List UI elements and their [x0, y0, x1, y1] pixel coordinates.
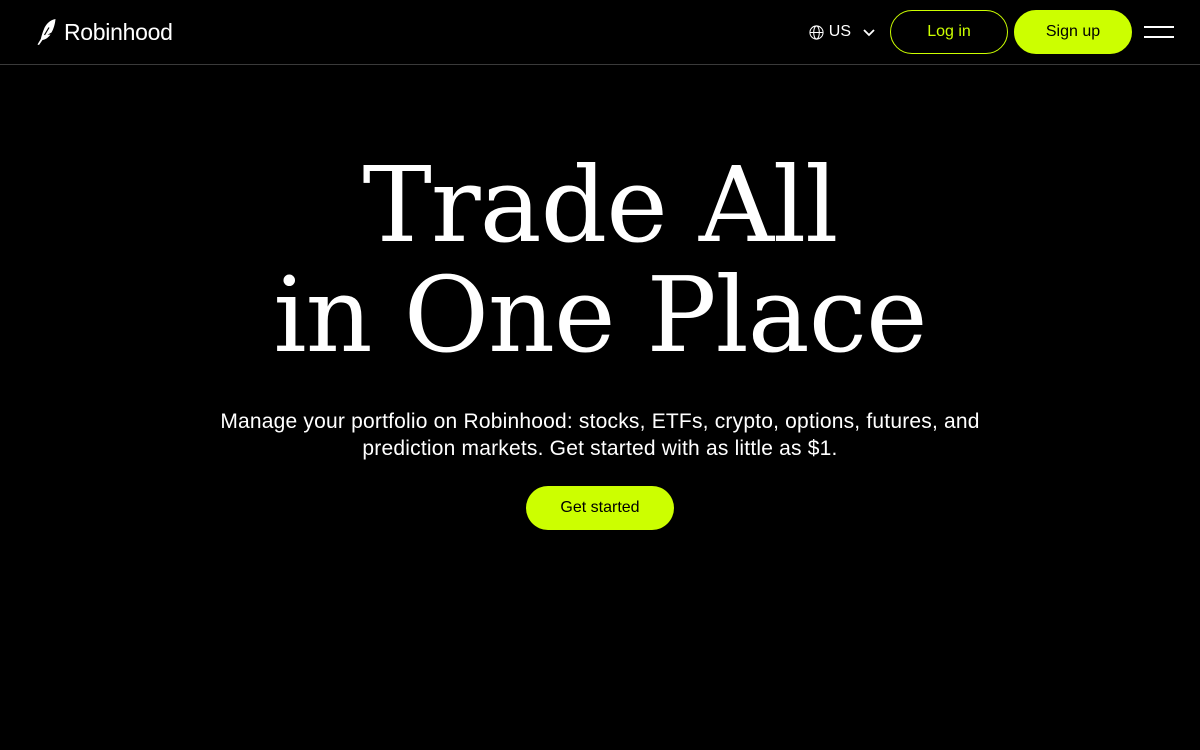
hero-title-line-1: Trade All: [362, 144, 839, 266]
login-button[interactable]: Log in: [890, 10, 1008, 54]
locale-selector[interactable]: US: [809, 23, 876, 41]
hero-title-line-2: in One Place: [273, 254, 927, 376]
site-header: Robinhood US Log in Sign up: [0, 0, 1200, 65]
menu-bar-top: [1144, 26, 1174, 28]
hero-title: Trade All in One Place: [0, 150, 1200, 370]
hero-subtitle: Manage your portfolio on Robinhood: stoc…: [190, 408, 1010, 462]
hero-subtitle-line-2: prediction markets. Get started with as …: [362, 437, 838, 460]
header-actions: US Log in Sign up: [809, 10, 1176, 54]
chevron-down-icon: [862, 25, 876, 39]
hero-section: Trade All in One Place Manage your portf…: [0, 150, 1200, 530]
signup-button[interactable]: Sign up: [1014, 10, 1132, 54]
hero-subtitle-line-1: Manage your portfolio on Robinhood: stoc…: [220, 410, 980, 433]
get-started-button[interactable]: Get started: [526, 486, 674, 530]
logo-text: Robinhood: [64, 18, 173, 45]
feather-icon: [36, 18, 58, 46]
globe-icon: [809, 24, 824, 40]
menu-bar-bottom: [1144, 36, 1174, 38]
hamburger-menu-icon[interactable]: [1144, 20, 1176, 44]
locale-label: US: [828, 23, 851, 40]
robinhood-logo[interactable]: Robinhood: [36, 18, 173, 46]
